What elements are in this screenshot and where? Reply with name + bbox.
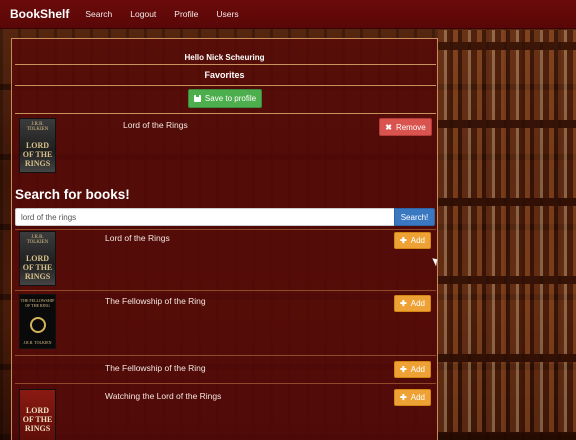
bookshelf-background <box>438 30 576 440</box>
save-button-label: Save to profile <box>204 94 257 103</box>
cover-title: LORD OF THE RINGS <box>22 141 53 168</box>
cover-author: J.R.R. TOLKIEN <box>26 122 49 132</box>
divider <box>15 113 436 114</box>
remove-button[interactable]: ✖ Remove <box>379 118 432 136</box>
divider <box>15 355 436 356</box>
brand-logo[interactable]: BookShelf <box>10 7 69 21</box>
cover-title: THE FELLOWSHIP OF THE RING <box>20 298 55 308</box>
add-button-label: Add <box>410 299 425 308</box>
result-title: Watching the Lord of the Rings <box>105 391 222 401</box>
save-to-profile-button[interactable]: Save to profile <box>188 89 262 108</box>
cover-title: LORD OF THE RINGS <box>22 406 53 433</box>
close-icon: ✖ <box>385 122 392 132</box>
add-button-label: Add <box>410 236 425 245</box>
add-button[interactable]: ✚ Add <box>394 389 431 406</box>
book-cover-lord-of-the-rings: J.R.R. TOLKIEN LORD OF THE RINGS <box>19 231 56 286</box>
book-cover-lord-of-the-rings: J.R.R. TOLKIEN LORD OF THE RINGS <box>19 118 56 173</box>
cover-title: LORD OF THE RINGS <box>22 254 53 281</box>
plus-icon: ✚ <box>400 365 407 374</box>
navbar: BookShelf Search Logout Profile Users <box>0 0 576 29</box>
add-button[interactable]: ✚ Add <box>394 295 431 312</box>
nav-users[interactable]: Users <box>216 9 238 19</box>
book-cover-watching-lotr: LORD OF THE RINGS <box>19 389 56 440</box>
greeting: Hello Nick Scheuring <box>184 53 265 62</box>
cover-author: J.R.R. TOLKIEN <box>26 235 49 245</box>
divider <box>15 383 436 384</box>
search-button[interactable]: Search! <box>394 208 435 226</box>
nav-profile[interactable]: Profile <box>174 9 198 19</box>
main-panel: Hello Nick Scheuring Favorites Save to p… <box>11 38 438 440</box>
divider <box>15 85 436 86</box>
ring-emblem <box>30 317 46 333</box>
cover-author: J.R.R. TOLKIEN <box>23 340 52 345</box>
divider <box>15 229 436 230</box>
divider <box>15 64 436 65</box>
favorite-book-title: Lord of the Rings <box>123 120 188 130</box>
result-title: Lord of the Rings <box>105 233 170 243</box>
result-title: The Fellowship of the Ring <box>105 363 206 373</box>
nav-logout[interactable]: Logout <box>130 9 156 19</box>
add-button-label: Add <box>410 365 425 374</box>
divider <box>15 290 436 291</box>
search-heading: Search for books! <box>15 187 130 202</box>
plus-icon: ✚ <box>400 236 407 245</box>
add-button-label: Add <box>410 393 425 402</box>
plus-icon: ✚ <box>400 299 407 308</box>
plus-icon: ✚ <box>400 393 407 402</box>
result-title: The Fellowship of the Ring <box>105 296 206 306</box>
add-button[interactable]: ✚ Add <box>394 361 431 378</box>
search-input[interactable] <box>15 208 395 226</box>
favorites-title: Favorites <box>204 70 245 80</box>
book-cover-fellowship: THE FELLOWSHIP OF THE RING J.R.R. TOLKIE… <box>19 294 56 349</box>
floppy-disk-icon <box>193 95 201 102</box>
remove-button-label: Remove <box>395 122 426 132</box>
add-button[interactable]: ✚ Add <box>394 232 431 249</box>
nav-search[interactable]: Search <box>85 9 112 19</box>
